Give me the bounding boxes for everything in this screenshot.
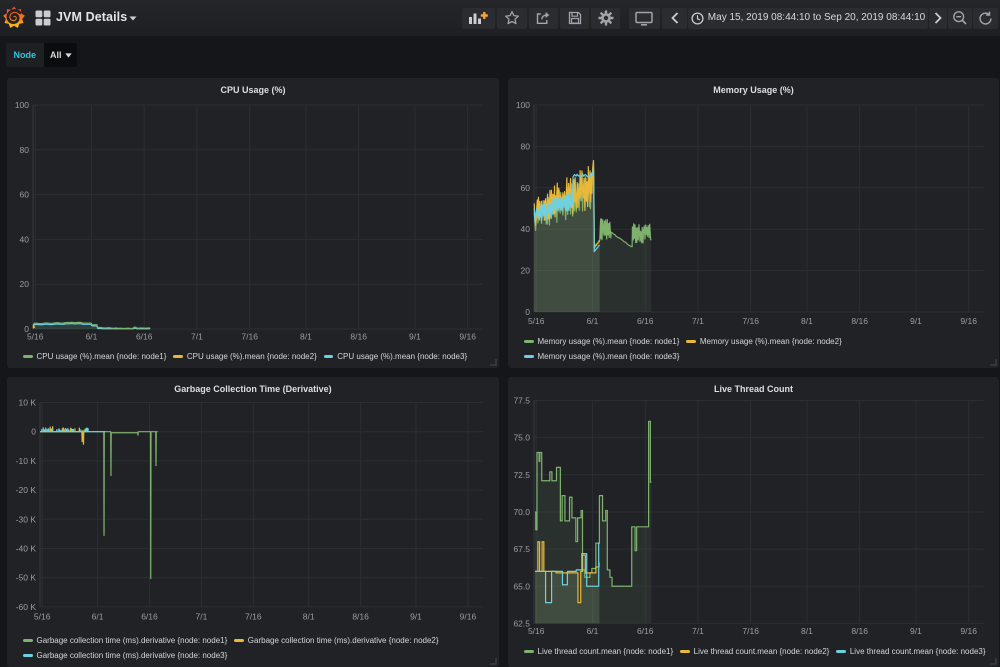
svg-text:70.0: 70.0 bbox=[513, 507, 530, 517]
svg-text:9/16: 9/16 bbox=[960, 626, 977, 636]
svg-text:-50 K: -50 K bbox=[16, 573, 37, 583]
svg-text:7/16: 7/16 bbox=[742, 316, 759, 326]
svg-text:9/16: 9/16 bbox=[460, 612, 477, 622]
svg-text:8/16: 8/16 bbox=[352, 612, 369, 622]
svg-text:-20 K: -20 K bbox=[16, 485, 37, 495]
svg-text:75.0: 75.0 bbox=[513, 433, 530, 443]
svg-text:67.5: 67.5 bbox=[513, 544, 530, 554]
svg-text:5/16: 5/16 bbox=[528, 626, 545, 636]
svg-text:-10 K: -10 K bbox=[16, 456, 37, 466]
svg-text:20: 20 bbox=[521, 266, 531, 276]
svg-text:9/1: 9/1 bbox=[910, 626, 922, 636]
svg-text:100: 100 bbox=[15, 100, 29, 110]
svg-text:65.0: 65.0 bbox=[513, 581, 530, 591]
svg-text:60: 60 bbox=[20, 190, 30, 200]
svg-text:7/1: 7/1 bbox=[692, 316, 704, 326]
svg-text:60: 60 bbox=[521, 183, 531, 193]
svg-text:9/16: 9/16 bbox=[459, 332, 476, 342]
svg-text:7/16: 7/16 bbox=[245, 612, 262, 622]
svg-text:-30 K: -30 K bbox=[16, 514, 37, 524]
svg-text:8/1: 8/1 bbox=[303, 612, 315, 622]
svg-text:8/1: 8/1 bbox=[801, 626, 813, 636]
svg-text:0: 0 bbox=[31, 427, 36, 437]
svg-text:7/1: 7/1 bbox=[191, 332, 203, 342]
svg-text:10 K: 10 K bbox=[19, 398, 37, 408]
svg-text:6/1: 6/1 bbox=[587, 626, 599, 636]
svg-text:5/16: 5/16 bbox=[34, 612, 51, 622]
svg-text:9/1: 9/1 bbox=[910, 316, 922, 326]
svg-text:7/1: 7/1 bbox=[692, 626, 704, 636]
svg-text:20: 20 bbox=[20, 279, 30, 289]
svg-text:7/1: 7/1 bbox=[195, 612, 207, 622]
svg-text:9/1: 9/1 bbox=[409, 332, 421, 342]
svg-text:-60 K: -60 K bbox=[16, 602, 37, 612]
svg-text:8/16: 8/16 bbox=[851, 626, 868, 636]
svg-text:100: 100 bbox=[516, 100, 530, 110]
svg-text:8/16: 8/16 bbox=[851, 316, 868, 326]
svg-text:6/16: 6/16 bbox=[136, 332, 153, 342]
svg-text:5/16: 5/16 bbox=[528, 316, 545, 326]
svg-text:6/1: 6/1 bbox=[587, 316, 599, 326]
svg-text:8/1: 8/1 bbox=[801, 316, 813, 326]
svg-text:8/1: 8/1 bbox=[300, 332, 312, 342]
svg-text:6/16: 6/16 bbox=[637, 626, 654, 636]
svg-text:77.5: 77.5 bbox=[513, 396, 530, 406]
svg-text:7/16: 7/16 bbox=[241, 332, 258, 342]
svg-text:5/16: 5/16 bbox=[27, 332, 44, 342]
svg-text:80: 80 bbox=[521, 141, 531, 151]
svg-text:72.5: 72.5 bbox=[513, 470, 530, 480]
svg-text:9/1: 9/1 bbox=[410, 612, 422, 622]
svg-text:40: 40 bbox=[521, 224, 531, 234]
svg-text:80: 80 bbox=[20, 145, 30, 155]
svg-text:8/16: 8/16 bbox=[350, 332, 367, 342]
svg-text:6/1: 6/1 bbox=[92, 612, 104, 622]
svg-text:6/16: 6/16 bbox=[141, 612, 158, 622]
svg-text:6/1: 6/1 bbox=[86, 332, 98, 342]
svg-text:7/16: 7/16 bbox=[742, 626, 759, 636]
svg-text:-40 K: -40 K bbox=[16, 544, 37, 554]
svg-text:6/16: 6/16 bbox=[637, 316, 654, 326]
svg-text:40: 40 bbox=[20, 234, 30, 244]
svg-text:9/16: 9/16 bbox=[960, 316, 977, 326]
